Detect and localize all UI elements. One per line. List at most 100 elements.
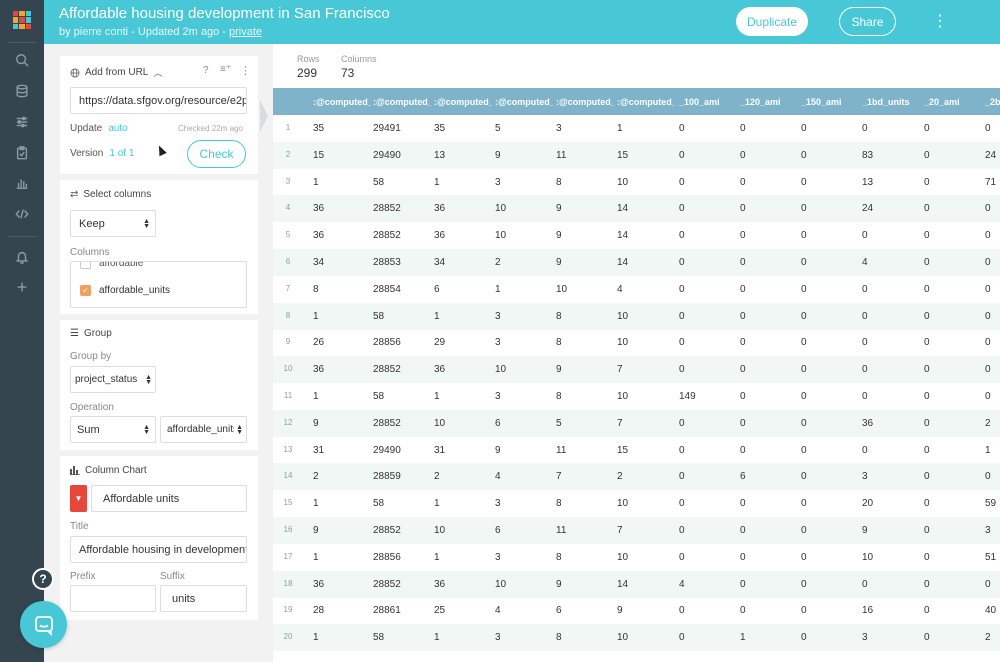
table-cell[interactable]: 0 (801, 445, 807, 456)
table-cell[interactable]: 0 (801, 391, 807, 402)
table-cell[interactable]: 0 (924, 364, 930, 375)
table-cell[interactable]: 0 (985, 203, 991, 214)
table-cell[interactable]: 25 (434, 605, 445, 616)
table-cell[interactable]: 26 (313, 337, 324, 348)
table-cell[interactable]: 11 (556, 150, 566, 161)
table-cell[interactable]: 0 (801, 230, 807, 241)
table-cell[interactable]: 0 (924, 230, 930, 241)
duplicate-button[interactable]: Duplicate (736, 7, 808, 36)
table-cell[interactable]: 58 (373, 311, 384, 322)
table-cell[interactable]: 20 (862, 498, 873, 509)
table-cell[interactable]: 13 (434, 150, 445, 161)
table-cell[interactable]: 0 (801, 632, 807, 643)
table-cell[interactable]: 28856 (373, 337, 401, 348)
url-input[interactable]: https://data.sfgov.org/resource/e2px-wug… (70, 87, 247, 114)
table-cell[interactable]: 1 (313, 552, 319, 563)
table-cell[interactable]: 9 (313, 418, 319, 429)
table-cell[interactable]: 1 (434, 552, 440, 563)
table-cell[interactable]: 29490 (373, 150, 401, 161)
table-cell[interactable]: 3 (862, 471, 868, 482)
table-cell[interactable]: 28852 (373, 525, 401, 536)
table-cell[interactable]: 0 (801, 471, 807, 482)
table-cell[interactable]: 9 (556, 257, 562, 268)
bell-icon[interactable] (12, 247, 32, 267)
table-cell[interactable]: 0 (985, 471, 991, 482)
table-cell[interactable]: 0 (924, 284, 930, 295)
series-name-input[interactable]: Affordable units (91, 485, 247, 512)
table-cell[interactable]: 24 (862, 203, 873, 214)
table-cell[interactable]: 10 (434, 525, 445, 536)
group-by-select[interactable]: project_status ▲ ▼ (70, 366, 156, 393)
table-cell[interactable]: 28861 (373, 605, 401, 616)
table-cell[interactable]: 34 (434, 257, 445, 268)
table-cell[interactable]: 0 (740, 552, 746, 563)
table-cell[interactable]: 0 (679, 284, 685, 295)
table-cell[interactable]: 10 (434, 418, 445, 429)
table-cell[interactable]: 0 (679, 203, 685, 214)
table-cell[interactable]: 1 (313, 391, 319, 402)
table-cell[interactable]: 28 (313, 605, 324, 616)
table-cell[interactable]: 1 (313, 632, 319, 643)
table-cell[interactable]: 28852 (373, 579, 401, 590)
table-cell[interactable]: 0 (740, 177, 746, 188)
table-cell[interactable]: 1 (434, 632, 440, 643)
table-cell[interactable]: 0 (924, 203, 930, 214)
table-cell[interactable]: 0 (740, 150, 746, 161)
table-cell[interactable]: 0 (985, 364, 991, 375)
table-cell[interactable]: 6 (495, 525, 501, 536)
table-cell[interactable]: 2 (495, 257, 501, 268)
check-button[interactable]: Check (187, 140, 246, 168)
table-cell[interactable]: 0 (985, 257, 991, 268)
table-cell[interactable]: 0 (679, 311, 685, 322)
table-cell[interactable]: 0 (924, 605, 930, 616)
table-cell[interactable]: 0 (924, 552, 930, 563)
sliders-icon[interactable] (12, 112, 32, 132)
table-cell[interactable]: 28852 (373, 418, 401, 429)
table-cell[interactable]: 8 (556, 337, 562, 348)
table-cell[interactable]: 0 (924, 177, 930, 188)
table-cell[interactable]: 7 (617, 525, 623, 536)
table-cell[interactable]: 58 (373, 498, 384, 509)
keep-select[interactable]: Keep ▲ ▼ (70, 210, 156, 237)
table-cell[interactable]: 3 (495, 311, 501, 322)
table-cell[interactable]: 31 (434, 445, 445, 456)
table-cell[interactable]: 36 (313, 203, 324, 214)
table-cell[interactable]: 3 (495, 177, 501, 188)
column-header[interactable]: _2bd (985, 97, 1000, 107)
table-cell[interactable]: 36 (313, 364, 324, 375)
table-cell[interactable]: 0 (801, 337, 807, 348)
share-button[interactable]: Share (839, 7, 896, 36)
table-cell[interactable]: 4 (495, 471, 501, 482)
table-cell[interactable]: 10 (495, 230, 506, 241)
table-cell[interactable]: 14 (617, 257, 628, 268)
table-cell[interactable]: 2 (313, 471, 319, 482)
search-icon[interactable] (12, 50, 32, 70)
table-cell[interactable]: 0 (862, 579, 868, 590)
table-cell[interactable]: 0 (801, 284, 807, 295)
module-more-icon[interactable]: ⋮ (240, 64, 251, 77)
table-cell[interactable]: 28853 (373, 257, 401, 268)
table-cell[interactable]: 0 (985, 337, 991, 348)
table-cell[interactable]: 10 (617, 337, 628, 348)
column-header[interactable]: _20_ami (924, 97, 982, 107)
table-cell[interactable]: 1 (434, 311, 440, 322)
table-cell[interactable]: 0 (740, 364, 746, 375)
table-cell[interactable]: 0 (679, 498, 685, 509)
table-cell[interactable]: 0 (985, 230, 991, 241)
table-cell[interactable]: 29490 (373, 445, 401, 456)
table-cell[interactable]: 3 (985, 525, 991, 536)
module-notes-icon[interactable]: ≡⁺ (220, 64, 231, 75)
table-cell[interactable]: 6 (434, 284, 440, 295)
table-cell[interactable]: 0 (801, 257, 807, 268)
table-cell[interactable]: 14 (617, 203, 628, 214)
collapse-chevron-icon[interactable]: ︿ (153, 66, 162, 79)
table-cell[interactable]: 14 (617, 579, 628, 590)
table-cell[interactable]: 51 (985, 552, 996, 563)
table-cell[interactable]: 149 (679, 391, 696, 402)
table-cell[interactable]: 0 (985, 579, 991, 590)
table-cell[interactable]: 0 (924, 445, 930, 456)
table-cell[interactable]: 0 (801, 150, 807, 161)
table-cell[interactable]: 36 (434, 230, 445, 241)
table-cell[interactable]: 9 (556, 364, 562, 375)
table-cell[interactable]: 10 (617, 552, 628, 563)
